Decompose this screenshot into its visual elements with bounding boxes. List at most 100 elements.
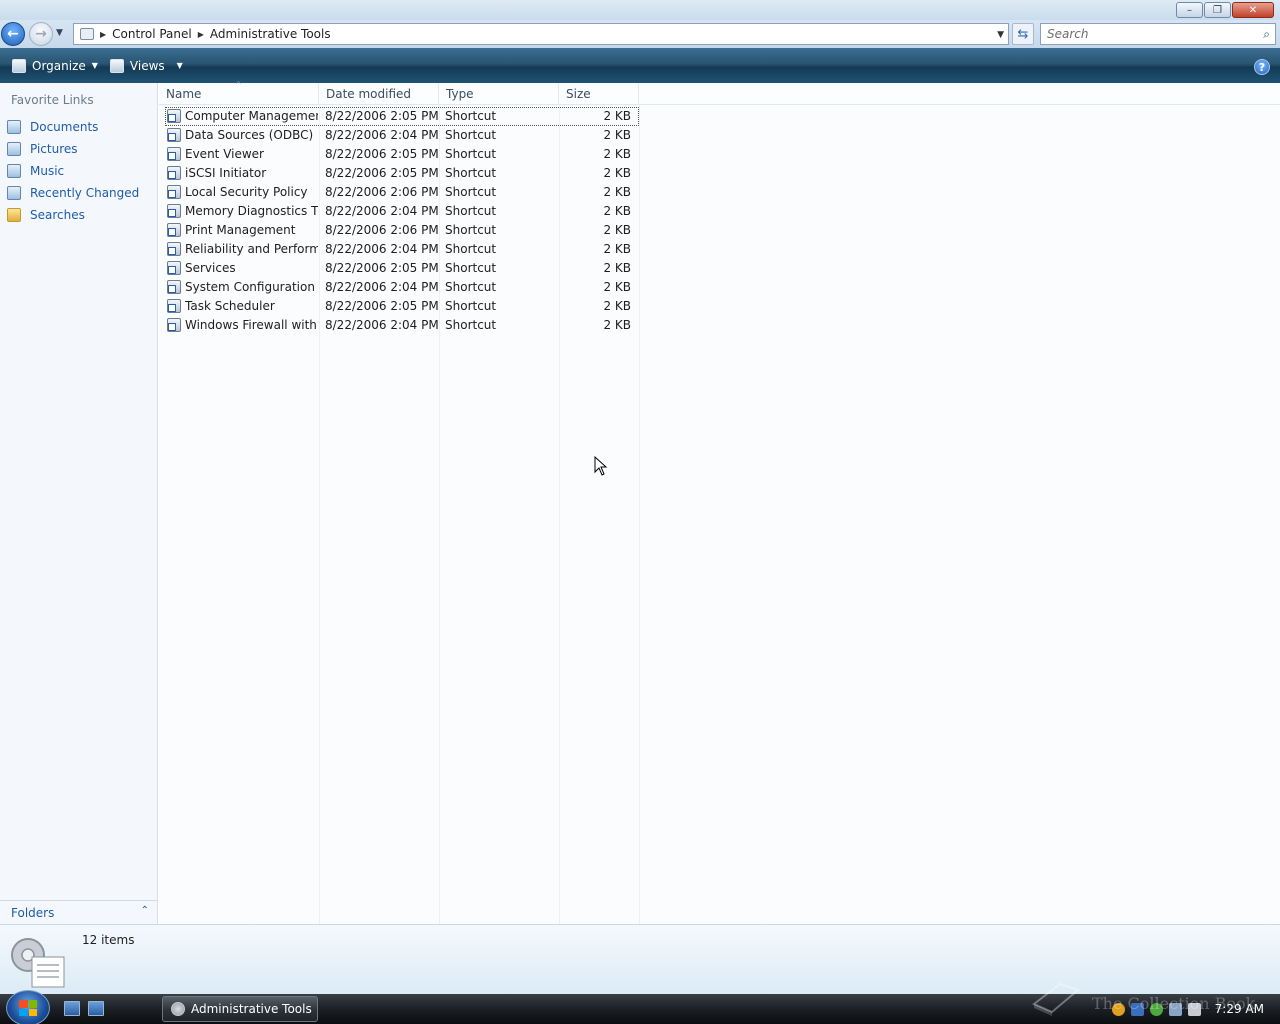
address-bar[interactable]: ▶ Control Panel ▶ Administrative Tools ▼ — [73, 23, 1009, 45]
column-header-row: Name ^ Date modified Type Size — [159, 80, 1280, 105]
chevron-right-icon[interactable]: ▶ — [100, 30, 106, 39]
file-row[interactable]: Reliability and Perform... 8/22/2006 2:04… — [165, 240, 639, 259]
file-date-modified: 8/22/2006 2:06 PM — [325, 223, 439, 237]
maximize-button[interactable]: ❐ — [1204, 2, 1231, 18]
taskbar-button-administrative-tools[interactable]: Administrative Tools — [162, 996, 318, 1022]
file-date-modified: 8/22/2006 2:05 PM — [325, 109, 439, 123]
forward-button[interactable]: → — [29, 22, 53, 46]
breadcrumb-control-panel[interactable]: Control Panel — [112, 27, 192, 41]
back-button[interactable]: ← — [1, 22, 25, 46]
file-name: Local Security Policy — [185, 185, 308, 199]
file-name: Memory Diagnostics T... — [185, 204, 318, 218]
command-bar: Organize ▼ Views ▼ ? — [0, 48, 1280, 83]
file-type: Shortcut — [445, 242, 497, 256]
refresh-button[interactable]: ⇆ — [1012, 23, 1034, 45]
file-type: Shortcut — [445, 128, 497, 142]
file-type: Shortcut — [445, 280, 497, 294]
views-dropdown[interactable]: ▼ — [171, 53, 189, 79]
administrative-tools-icon — [11, 938, 65, 988]
title-bar: – ❐ ✕ — [0, 0, 1280, 20]
nav-link-documents[interactable]: Documents — [0, 116, 157, 138]
minimize-button[interactable]: – — [1176, 2, 1203, 18]
music-icon — [7, 164, 21, 178]
file-size: 2 KB — [603, 166, 631, 180]
address-history-dropdown[interactable]: ▼ — [997, 30, 1004, 40]
nav-link-searches[interactable]: Searches — [0, 204, 157, 226]
nav-link-label: Searches — [30, 208, 85, 222]
nav-link-label: Music — [30, 164, 65, 178]
column-header-label: Size — [566, 87, 591, 101]
pictures-icon — [7, 142, 21, 156]
forward-arrow-icon: → — [35, 26, 47, 42]
file-list: Computer Management 8/22/2006 2:05 PM Shor… — [165, 107, 639, 335]
file-date-modified: 8/22/2006 2:04 PM — [325, 318, 439, 332]
search-icon[interactable]: ⌕ — [1263, 27, 1270, 42]
file-size: 2 KB — [603, 204, 631, 218]
refresh-icon: ⇆ — [1017, 26, 1029, 42]
watermark-book-icon — [1032, 982, 1081, 1016]
views-icon — [109, 58, 124, 73]
views-button[interactable]: Views — [104, 53, 171, 79]
administrative-tools-small-icon — [171, 1002, 185, 1016]
file-row[interactable]: Print Management 8/22/2006 2:06 PM Shortcu… — [165, 221, 639, 240]
file-row[interactable]: Data Sources (ODBC) 8/22/2006 2:04 PM Shor… — [165, 126, 639, 145]
file-row[interactable]: Computer Management 8/22/2006 2:05 PM Shor… — [165, 107, 639, 126]
file-row[interactable]: Task Scheduler 8/22/2006 2:05 PM Shortcut 2… — [165, 297, 639, 316]
file-row[interactable]: Windows Firewall with ... 8/22/2006 2:04 … — [165, 316, 639, 335]
file-date-modified: 8/22/2006 2:05 PM — [325, 299, 439, 313]
views-label: Views — [129, 58, 165, 73]
control-panel-icon — [80, 28, 94, 40]
back-arrow-icon: ← — [7, 26, 19, 42]
file-date-modified: 8/22/2006 2:04 PM — [325, 242, 439, 256]
file-size: 2 KB — [603, 299, 631, 313]
file-row[interactable]: Local Security Policy 8/22/2006 2:06 PM Sh… — [165, 183, 639, 202]
file-size: 2 KB — [603, 109, 631, 123]
file-name: Services — [185, 261, 236, 275]
recent-pages-dropdown[interactable]: ▼ — [56, 28, 63, 38]
column-header-label: Name — [166, 87, 202, 101]
close-button[interactable]: ✕ — [1232, 2, 1274, 18]
file-row[interactable]: iSCSI Initiator 8/22/2006 2:05 PM Shortcut… — [165, 164, 639, 183]
search-box: ⌕ — [1040, 23, 1276, 45]
searches-folder-icon — [7, 208, 21, 222]
file-size: 2 KB — [603, 318, 631, 332]
file-row[interactable]: Services 8/22/2006 2:05 PM Shortcut 2 KB — [165, 259, 639, 278]
taskbar: Administrative Tools 7:29 AM — [0, 990, 1280, 1024]
nav-link-music[interactable]: Music — [0, 160, 157, 182]
shortcut-icon — [167, 261, 181, 275]
start-button[interactable] — [6, 990, 50, 1024]
organize-button[interactable]: Organize ▼ — [6, 53, 104, 79]
file-type: Shortcut — [445, 223, 497, 237]
documents-icon — [7, 120, 21, 134]
file-name: System Configuration — [185, 280, 315, 294]
file-type: Shortcut — [445, 318, 497, 332]
file-name: iSCSI Initiator — [185, 166, 267, 180]
navigation-pane: Favorite Links Documents Pictures Music … — [0, 83, 158, 924]
shortcut-icon — [167, 280, 181, 294]
column-header-name[interactable]: Name ^ — [159, 80, 319, 105]
column-header-type[interactable]: Type — [439, 83, 559, 105]
folders-toggle[interactable]: Folders ⌃ — [0, 900, 157, 924]
column-header-date-modified[interactable]: Date modified — [319, 83, 439, 105]
shortcut-icon — [167, 128, 181, 142]
switch-windows-icon[interactable] — [88, 1001, 104, 1016]
show-desktop-icon[interactable] — [64, 1001, 80, 1016]
file-row[interactable]: Event Viewer 8/22/2006 2:05 PM Shortcut 2 K… — [165, 145, 639, 164]
chevron-right-icon[interactable]: ▶ — [198, 30, 204, 39]
shortcut-icon — [167, 147, 181, 161]
nav-link-recently-changed[interactable]: Recently Changed — [0, 182, 157, 204]
help-icon[interactable]: ? — [1254, 59, 1270, 75]
search-input[interactable] — [1047, 27, 1247, 41]
file-row[interactable]: System Configuration 8/22/2006 2:04 PM Sho… — [165, 278, 639, 297]
breadcrumb-administrative-tools[interactable]: Administrative Tools — [210, 27, 331, 41]
file-size: 2 KB — [603, 147, 631, 161]
file-name: Event Viewer — [185, 147, 264, 161]
shortcut-icon — [167, 204, 181, 218]
column-guide — [639, 83, 640, 924]
column-header-size[interactable]: Size — [559, 83, 639, 105]
nav-link-pictures[interactable]: Pictures — [0, 138, 157, 160]
file-row[interactable]: Memory Diagnostics T... 8/22/2006 2:04 PM… — [165, 202, 639, 221]
chevron-up-icon: ⌃ — [140, 905, 149, 916]
file-size: 2 KB — [603, 280, 631, 294]
file-type: Shortcut — [445, 147, 497, 161]
